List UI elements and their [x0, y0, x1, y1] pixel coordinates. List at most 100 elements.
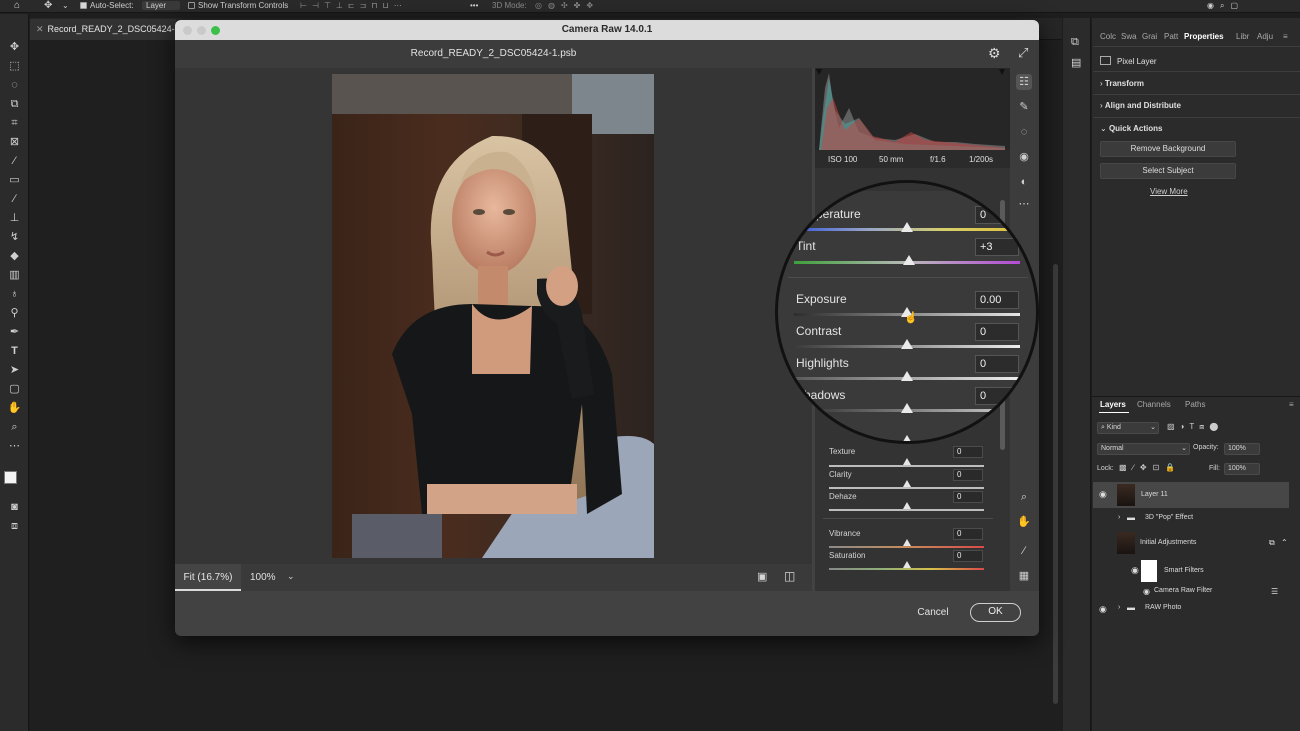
- temperature-slider-thumb[interactable]: [901, 222, 913, 232]
- healing-brush-icon[interactable]: ▭: [6, 173, 23, 188]
- vibrance-slider-thumb[interactable]: [902, 539, 911, 546]
- chevron-down-icon[interactable]: ⌄: [62, 1, 69, 10]
- layer-filter-dropdown[interactable]: ⌕ Kind ⌄: [1097, 422, 1159, 434]
- minimize-window-button[interactable]: [197, 26, 206, 35]
- hand-icon[interactable]: ✋: [1016, 514, 1032, 530]
- remove-background-button[interactable]: Remove Background: [1100, 141, 1236, 157]
- eraser-tool-icon[interactable]: ◆: [6, 249, 23, 264]
- shadows-slider-thumb[interactable]: [901, 403, 913, 413]
- path-select-icon[interactable]: ➤: [6, 363, 23, 378]
- tab-patterns[interactable]: Patt: [1164, 32, 1180, 41]
- highlights-slider-thumb[interactable]: [901, 371, 913, 381]
- chevron-right-icon[interactable]: ›: [1118, 514, 1120, 521]
- stamp-tool-icon[interactable]: ⊥: [6, 211, 23, 226]
- close-window-button[interactable]: [183, 26, 192, 35]
- frame-tool-icon[interactable]: ⊠: [6, 135, 23, 150]
- foreground-color-swatch[interactable]: [4, 471, 17, 484]
- red-eye-icon[interactable]: ◉: [1016, 149, 1032, 165]
- eye-icon[interactable]: ◉: [1099, 489, 1107, 500]
- tab-libraries[interactable]: Libr: [1236, 32, 1252, 41]
- tab-layers[interactable]: Layers: [1100, 400, 1126, 409]
- clarity-slider-thumb[interactable]: [902, 480, 911, 487]
- brush-tool-icon[interactable]: ∕: [6, 192, 23, 207]
- saturation-slider-track[interactable]: [829, 568, 984, 570]
- texture-slider-track[interactable]: [829, 465, 984, 467]
- chevron-up-icon[interactable]: ⌃: [1281, 538, 1288, 547]
- layer-row[interactable]: ◉ Layer 11: [1093, 482, 1289, 508]
- tab-adjustments[interactable]: Adju: [1257, 32, 1273, 41]
- dodge-tool-icon[interactable]: ⚲: [6, 306, 23, 321]
- filter-options-icon[interactable]: ☰: [1271, 587, 1278, 596]
- shadows-value[interactable]: 0: [975, 387, 1019, 405]
- edit-sliders-icon[interactable]: ☷: [1016, 74, 1032, 90]
- healing-icon[interactable]: ✎: [1016, 99, 1032, 115]
- tab-channels[interactable]: Channels: [1137, 400, 1171, 409]
- tint-slider-thumb[interactable]: [903, 255, 916, 265]
- tint-value[interactable]: +3: [975, 238, 1019, 256]
- transform-section[interactable]: › Transform: [1100, 79, 1144, 88]
- canvas-scrollbar[interactable]: [1053, 264, 1058, 704]
- photo-preview[interactable]: [332, 74, 654, 558]
- quick-mask-icon[interactable]: ◙: [6, 500, 23, 515]
- eye-icon[interactable]: ◉: [1099, 604, 1107, 615]
- object-select-icon[interactable]: ⧉: [6, 97, 23, 112]
- marquee-tool-icon[interactable]: ⬚: [6, 59, 23, 74]
- document-tab[interactable]: ✕ Record_READY_2_DSC05424-1: [30, 19, 176, 40]
- history-icon[interactable]: ⧉: [1071, 36, 1079, 49]
- eye-icon[interactable]: ◉: [1143, 587, 1150, 596]
- zoom-icon[interactable]: ⌕: [1016, 489, 1032, 505]
- temperature-value[interactable]: 0: [975, 206, 1019, 224]
- saturation-value[interactable]: 0: [953, 550, 983, 562]
- eye-icon[interactable]: ◉: [1131, 565, 1139, 576]
- texture-value[interactable]: 0: [953, 446, 983, 458]
- masking-icon[interactable]: ◌: [1016, 124, 1032, 140]
- layer-filter-icons[interactable]: ▨◑T⧈⬤: [1167, 422, 1223, 432]
- whites-slider-thumb[interactable]: [901, 435, 913, 441]
- hand-tool-icon[interactable]: ✋: [6, 401, 23, 416]
- contrast-value[interactable]: 0: [975, 323, 1019, 341]
- layer-row[interactable]: ◉ Camera Raw Filter ☰: [1093, 584, 1289, 600]
- before-after-icon[interactable]: ◫: [784, 569, 795, 583]
- layer-row[interactable]: › ▬ 3D "Pop" Effect: [1093, 508, 1289, 528]
- more-options-button[interactable]: •••: [470, 1, 478, 10]
- tab-gradients[interactable]: Grai: [1142, 32, 1158, 41]
- history-brush-icon[interactable]: ↯: [6, 230, 23, 245]
- move-tool-icon[interactable]: ✥: [6, 40, 23, 55]
- texture-slider-thumb[interactable]: [902, 458, 911, 465]
- dehaze-slider-track[interactable]: [829, 509, 984, 511]
- lasso-tool-icon[interactable]: ◌: [6, 78, 23, 93]
- dehaze-slider-thumb[interactable]: [902, 502, 911, 509]
- zoom-window-button[interactable]: [211, 26, 220, 35]
- fill-input[interactable]: 100%: [1224, 463, 1260, 475]
- crop-tool-icon[interactable]: ⌗: [6, 116, 23, 131]
- search-icon[interactable]: ◉⌕▢: [1207, 1, 1244, 11]
- fullscreen-icon[interactable]: ⤢: [1018, 45, 1028, 61]
- clarity-value[interactable]: 0: [953, 469, 983, 481]
- chevron-down-icon[interactable]: ⌄: [287, 571, 295, 582]
- tab-paths[interactable]: Paths: [1185, 400, 1205, 409]
- more-tools-icon[interactable]: ⋯: [6, 439, 23, 454]
- rectangle-tool-icon[interactable]: ▢: [6, 382, 23, 397]
- type-tool-icon[interactable]: T: [6, 344, 23, 359]
- layer-row[interactable]: ◉ Smart Filters: [1093, 558, 1289, 584]
- highlights-value[interactable]: 0: [975, 355, 1019, 373]
- grid-icon[interactable]: ▦: [1016, 568, 1032, 584]
- align-icons[interactable]: ⊢⊣⊤⊥⊏⊐⊓⊔⋯: [300, 1, 407, 10]
- view-more-link[interactable]: View More: [1150, 187, 1188, 196]
- 3d-mode-icons[interactable]: ◎◍✣✤✥: [535, 1, 599, 10]
- contrast-slider-thumb[interactable]: [901, 339, 913, 349]
- chevron-down-icon[interactable]: ⌄: [828, 189, 838, 203]
- pen-tool-icon[interactable]: ✒: [6, 325, 23, 340]
- layer-row[interactable]: Initial Adjustments ⧉ ⌃: [1093, 530, 1289, 556]
- blur-tool-icon[interactable]: ♁: [6, 287, 23, 302]
- fit-zoom-button[interactable]: Fit (16.7%): [175, 564, 241, 591]
- panel-menu-icon[interactable]: ≡: [1289, 400, 1294, 409]
- exposure-value[interactable]: 0.00: [975, 291, 1019, 309]
- home-icon[interactable]: ⌂: [14, 0, 20, 11]
- blend-mode-dropdown[interactable]: Normal ⌄: [1097, 443, 1190, 455]
- zoom-tool-icon[interactable]: ⌕: [6, 420, 23, 435]
- auto-select-checkbox[interactable]: Auto-Select:: [80, 1, 134, 10]
- dehaze-value[interactable]: 0: [953, 491, 983, 503]
- sampler-icon[interactable]: ∕: [1016, 543, 1032, 559]
- show-transform-checkbox[interactable]: Show Transform Controls: [188, 1, 288, 10]
